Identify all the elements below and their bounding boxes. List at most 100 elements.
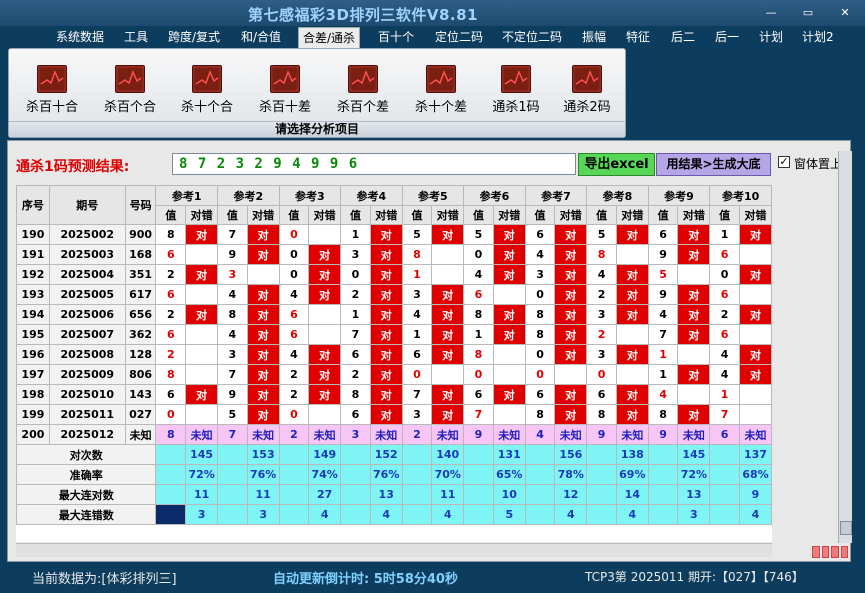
cell-value: 4: [278, 284, 310, 305]
stats-spacer: [155, 484, 187, 505]
stats-value: 12: [554, 484, 588, 505]
cell-value: 9: [647, 424, 679, 445]
cell-value: 6: [155, 324, 187, 345]
ribbon-button-4[interactable]: 杀百十差: [244, 65, 326, 117]
cell-value: 0: [586, 364, 617, 385]
cell-issue: 2025004: [48, 264, 126, 285]
cell-result: 对: [739, 264, 772, 285]
cell-value: 6: [709, 244, 740, 265]
table-row[interactable]: 197 2025009 806 8 7 对 2 对 2 对 0 0 0 0 1 对 4 对: [16, 364, 772, 385]
minimize-button[interactable]: —: [762, 6, 780, 20]
cell-result: [739, 404, 772, 425]
stats-spacer: [278, 484, 310, 505]
subcol-value: 值: [586, 205, 617, 225]
cell-value: 3: [217, 264, 248, 285]
menu-plan2[interactable]: 计划2: [798, 29, 838, 48]
ribbon-button-5[interactable]: 杀百个差: [322, 65, 404, 117]
table-row[interactable]: 194 2025006 656 2 对 8 对 6 1 对 4 对 8 对 8 对 3 对 4 对 2 对: [16, 304, 772, 325]
col-ref-6: 参考6: [463, 185, 526, 206]
ribbon-button-8[interactable]: 通杀2码: [546, 65, 628, 117]
chart-icon: [37, 65, 67, 93]
menu-last-two[interactable]: 后二: [667, 29, 699, 48]
subcol-value: 值: [463, 205, 494, 225]
table-row-pending[interactable]: 200 2025012 未知 8 未知 7 未知 2 未知 3 未知 2 未知 9 未知 4 未知 9 未知 9 未知 6…: [16, 424, 772, 445]
menu-last-one[interactable]: 后一: [711, 29, 743, 48]
close-button[interactable]: ✕: [836, 6, 854, 20]
ribbon-button-6[interactable]: 杀十个差: [400, 65, 482, 117]
menu-digits[interactable]: 百十个: [374, 29, 418, 48]
menu-plan[interactable]: 计划: [755, 29, 787, 48]
table-row[interactable]: 195 2025007 362 6 4 对 6 7 对 1 对 1 对 8 对 2 7 对 6: [16, 324, 772, 345]
cell-result: 对: [369, 364, 403, 385]
cell-value: 3: [586, 344, 617, 365]
menu-bar: 系统数据 工具 跨度/复式 和/合值 合差/通杀 百十个 定位二码 不定位二码 …: [0, 26, 865, 49]
chart-icon: [501, 65, 531, 93]
cell-result: [308, 304, 342, 325]
export-excel-button[interactable]: 导出excel: [578, 153, 655, 176]
ribbon-button-7[interactable]: 通杀1码: [475, 65, 557, 117]
stats-value: 131: [492, 444, 526, 465]
cell-value: 1: [401, 324, 433, 345]
stats-spacer: [278, 464, 310, 485]
cell-result: 对: [246, 384, 280, 405]
menu-system-data[interactable]: 系统数据: [52, 29, 108, 48]
cell-issue: 2025005: [48, 284, 126, 305]
cell-value: 6: [155, 244, 187, 265]
table-row[interactable]: 199 2025011 027 0 5 对 0 6 对 3 对 7 8 对 8 对 8 对 7: [16, 404, 772, 425]
table-row[interactable]: 196 2025008 128 2 3 对 4 对 6 对 6 对 8 0 对 3 对 1 4 对: [16, 344, 772, 365]
table-row[interactable]: 193 2025005 617 6 4 对 4 对 2 对 3 对 6 0 对 2 对 9 对 6: [16, 284, 772, 305]
menu-span[interactable]: 跨度/复式: [164, 29, 224, 48]
cell-value: 6: [586, 384, 617, 405]
stay-on-top-checkbox[interactable]: ✓: [778, 156, 790, 168]
subcol-result: 对错: [431, 205, 465, 225]
table-row[interactable]: 191 2025003 168 6 9 对 0 对 3 对 8 0 对 4 对 8 9 对 6: [16, 244, 772, 265]
stats-spacer: [524, 484, 556, 505]
cell-result: [185, 244, 219, 265]
cell-result: 对: [554, 304, 588, 325]
menu-tools[interactable]: 工具: [120, 29, 152, 48]
stats-label: 对次数: [15, 444, 157, 465]
ribbon-footer: 请选择分析项目: [9, 121, 625, 137]
col-ref-4: 参考4: [340, 185, 403, 206]
stats-spacer: [524, 504, 556, 525]
menu-sum[interactable]: 和/合值: [237, 29, 285, 48]
cell-code: 未知: [124, 424, 157, 445]
subcol-result: 对错: [369, 205, 403, 225]
menu-diff-kill[interactable]: 合差/通杀: [298, 27, 361, 49]
cell-seq: 194: [16, 304, 50, 325]
menu-features[interactable]: 特征: [622, 29, 654, 48]
cell-value: 6: [155, 284, 187, 305]
scroll-thumb[interactable]: [840, 521, 852, 535]
cell-value: 2: [278, 424, 310, 445]
col-seq: 序号: [16, 185, 50, 225]
cell-result: 对: [554, 404, 588, 425]
ribbon-label: 通杀2码: [563, 100, 611, 115]
ribbon-button-3[interactable]: 杀十个合: [166, 65, 248, 117]
cell-result: 对: [554, 244, 588, 265]
cell-result: [185, 284, 219, 305]
table-row[interactable]: 192 2025004 351 2 对 3 0 对 0 对 1 4 对 3 对 4 对 5 0 对: [16, 264, 772, 285]
subcol-result: 对错: [246, 205, 280, 225]
cell-result: [308, 404, 342, 425]
stats-value: 68%: [739, 464, 772, 485]
table-row[interactable]: 198 2025010 143 6 对 9 对 2 对 8 对 7 对 6 对 6 对 6 对 4 1: [16, 384, 772, 405]
prediction-value[interactable]: 8 7 2 3 2 9 4 9 9 6: [172, 153, 576, 175]
subcol-value: 值: [647, 205, 679, 225]
generate-button[interactable]: 用结果>生成大底: [656, 153, 771, 176]
stats-value: 149: [308, 444, 342, 465]
stats-spacer: [155, 444, 187, 465]
horizontal-scrollbar[interactable]: [16, 543, 772, 557]
maximize-button[interactable]: ▭: [799, 6, 817, 20]
cell-value: 8: [155, 224, 187, 245]
menu-pos-two[interactable]: 定位二码: [431, 29, 487, 48]
cell-value: 6: [278, 324, 310, 345]
ribbon-button-1[interactable]: 杀百十合: [11, 65, 93, 117]
cell-result: 对: [431, 284, 465, 305]
menu-nonpos-two[interactable]: 不定位二码: [498, 29, 566, 48]
vertical-scrollbar[interactable]: [838, 151, 852, 543]
results-table-container: 序号 期号 号码 参考1 参考2 参考3 参考4 参考5 参考6 参考7 参考8…: [15, 185, 772, 542]
table-row[interactable]: 190 2025002 900 8 对 7 对 0 1 对 5 对 5 对 6 对 5 对 6 对 1 对: [16, 224, 772, 245]
data-source-text: 当前数据为:[体彩排列三]: [32, 572, 177, 587]
menu-amplitude[interactable]: 振幅: [578, 29, 610, 48]
ribbon-button-2[interactable]: 杀百个合: [89, 65, 171, 117]
